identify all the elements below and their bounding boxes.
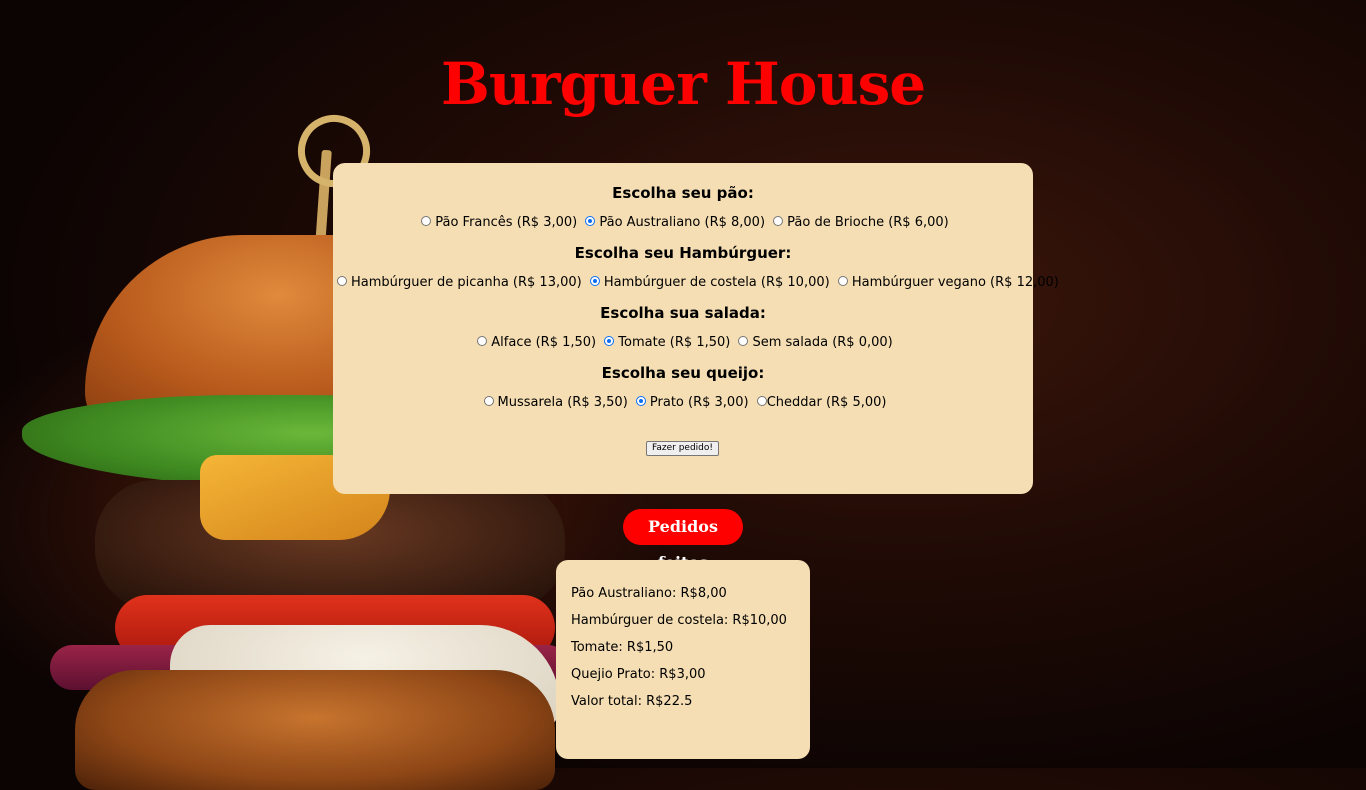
salad-group-title: Escolha sua salada:: [600, 304, 766, 322]
order-total: Valor total: R$22.5: [571, 694, 693, 709]
bread-option-label[interactable]: Pão Australiano (R$ 8,00): [599, 215, 765, 230]
salad-group: Escolha sua salada: Alface (R$ 1,50) Tom…: [333, 298, 1033, 358]
page-title: Burguer House: [440, 50, 926, 118]
bun-bottom-shape: [75, 670, 555, 790]
burger-radio-costela[interactable]: [589, 276, 600, 286]
bread-option-label[interactable]: Pão Francês (R$ 3,00): [435, 215, 577, 230]
cheese-options: Mussarela (R$ 3,50) Prato (R$ 3,00) Ched…: [333, 388, 1033, 418]
bread-radio-brioche[interactable]: [773, 216, 784, 226]
salad-radio-tomate[interactable]: [604, 336, 615, 346]
burger-option-label[interactable]: Hambúrguer vegano (R$ 12,00): [852, 275, 1059, 290]
burger-option-label[interactable]: Hambúrguer de picanha (R$ 13,00): [351, 275, 582, 290]
bread-radio-australiano[interactable]: [585, 216, 596, 226]
bread-group-title: Escolha seu pão:: [612, 184, 754, 202]
orders-panel: Pão Australiano: R$8,00 Hambúrguer de co…: [556, 560, 810, 759]
burger-radio-picanha[interactable]: [337, 276, 347, 286]
bread-options: Pão Francês (R$ 3,00) Pão Australiano (R…: [333, 208, 1033, 238]
bread-radio-frances[interactable]: [421, 216, 432, 226]
bread-option-label[interactable]: Pão de Brioche (R$ 6,00): [787, 215, 949, 230]
order-line-burger: Hambúrguer de costela: R$10,00: [571, 613, 787, 628]
burger-group: Escolha seu Hambúrguer: Hambúrguer de pi…: [333, 238, 1059, 298]
bread-group: Escolha seu pão: Pão Francês (R$ 3,00) P…: [333, 178, 1033, 238]
burger-options: Hambúrguer de picanha (R$ 13,00) Hambúrg…: [333, 268, 1059, 298]
salad-options: Alface (R$ 1,50) Tomate (R$ 1,50) Sem sa…: [333, 328, 1033, 358]
salad-option-label[interactable]: Sem salada (R$ 0,00): [752, 335, 892, 350]
burger-group-title: Escolha seu Hambúrguer:: [574, 244, 792, 262]
salad-radio-alface[interactable]: [477, 336, 488, 346]
submit-order-button[interactable]: Fazer pedido!: [646, 441, 719, 456]
cheese-group: Escolha seu queijo: Mussarela (R$ 3,50) …: [333, 358, 1033, 418]
order-line-salad: Tomate: R$1,50: [571, 640, 674, 655]
cheese-option-label[interactable]: Cheddar (R$ 5,00): [767, 395, 887, 410]
order-line-bread: Pão Australiano: R$8,00: [571, 586, 727, 601]
order-form: Escolha seu pão: Pão Francês (R$ 3,00) P…: [333, 163, 1059, 494]
cheese-group-title: Escolha seu queijo:: [601, 364, 765, 382]
cheese-option-label[interactable]: Mussarela (R$ 3,50): [498, 395, 628, 410]
cheese-radio-cheddar[interactable]: [756, 396, 767, 406]
salad-option-label[interactable]: Tomate (R$ 1,50): [618, 335, 730, 350]
salad-option-label[interactable]: Alface (R$ 1,50): [491, 335, 596, 350]
burger-radio-vegano[interactable]: [837, 276, 848, 286]
salad-radio-sem-salada[interactable]: [738, 336, 749, 346]
order-line-cheese: Quejio Prato: R$3,00: [571, 667, 706, 682]
orders-badge: Pedidos feitos: [623, 509, 743, 572]
cheese-radio-mussarela[interactable]: [483, 396, 494, 406]
cheese-option-label[interactable]: Prato (R$ 3,00): [650, 395, 749, 410]
burger-option-label[interactable]: Hambúrguer de costela (R$ 10,00): [604, 275, 830, 290]
cheese-radio-prato[interactable]: [635, 396, 646, 406]
